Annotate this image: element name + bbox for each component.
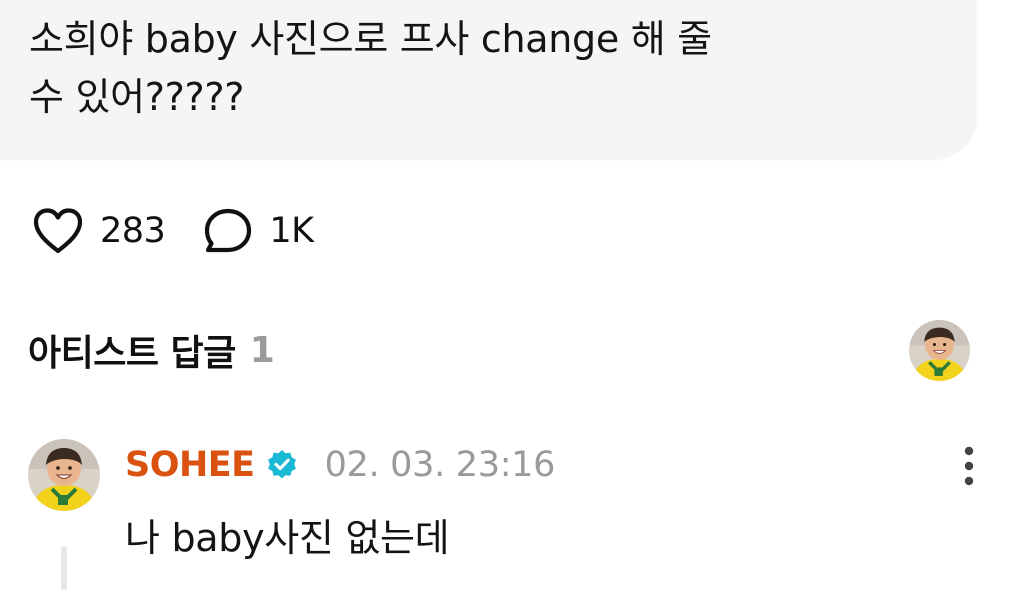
- heart-icon: [33, 208, 83, 254]
- reply-thread-line: [61, 546, 67, 590]
- reply-timestamp: 02. 03. 23:16: [324, 445, 556, 485]
- artist-avatar-small[interactable]: [909, 320, 970, 381]
- comment-count: 1K: [269, 211, 314, 251]
- avatar-photo: [909, 320, 970, 381]
- verified-badge-icon: [265, 448, 299, 482]
- more-vertical-icon: [964, 446, 974, 486]
- reply-author-name[interactable]: SOHEE: [125, 445, 255, 485]
- post-detail-screen: 소희야 baby 사진으로 프사 change 해 줄 수 있어????? 28…: [0, 0, 1030, 590]
- reply-body: 나 baby사진 없는데: [125, 516, 450, 560]
- post-text-line-2: 수 있어?????: [29, 75, 245, 119]
- artist-replies-count: 1: [249, 329, 275, 371]
- artist-replies-title: 아티스트 답글: [28, 333, 236, 374]
- like-count: 283: [100, 211, 166, 251]
- like-button[interactable]: 283: [32, 207, 166, 255]
- post-body: 소희야 baby 사진으로 프사 change 해 줄 수 있어?????: [29, 10, 809, 126]
- artist-avatar[interactable]: [28, 439, 100, 511]
- speech-bubble-icon: [205, 208, 252, 253]
- more-options-button[interactable]: [952, 442, 986, 490]
- reaction-bar: 283 1K: [32, 203, 314, 259]
- post-text-line-1: 소희야 baby 사진으로 프사 change 해 줄: [29, 17, 712, 61]
- artist-replies-header: 아티스트 답글 1: [28, 322, 275, 378]
- reply-header: SOHEE 02. 03. 23:16: [125, 440, 555, 490]
- avatar-photo: [28, 439, 100, 511]
- comment-button[interactable]: 1K: [203, 207, 314, 255]
